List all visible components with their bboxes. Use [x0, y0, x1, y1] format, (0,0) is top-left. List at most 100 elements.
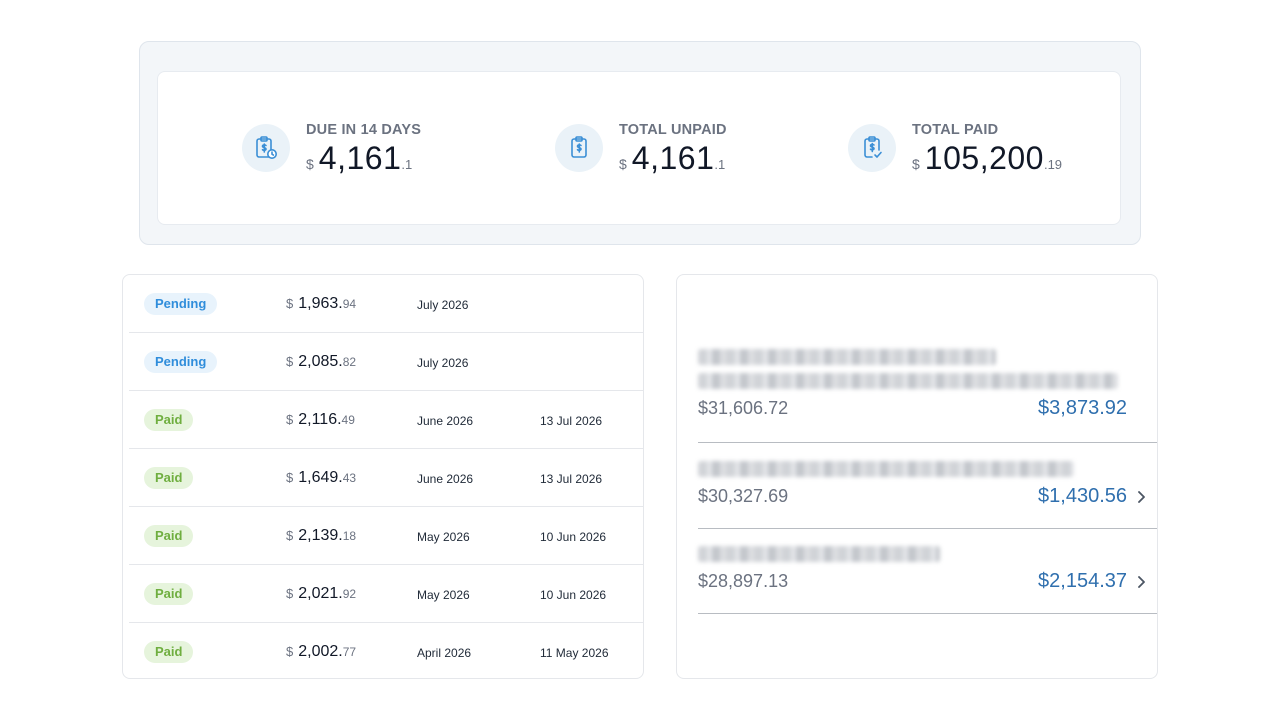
invoice-period: May 2026: [417, 588, 470, 602]
amount-whole: 2,085.: [298, 353, 343, 370]
status-badge: Paid: [144, 525, 194, 547]
invoice-amount: $ 2,002. 77: [286, 643, 356, 661]
table-row[interactable]: Pending $ 2,085. 82 July 2026: [129, 333, 643, 391]
redacted-text: [698, 373, 1118, 389]
invoice-period: July 2026: [417, 298, 469, 312]
invoice-amount: $ 1,963. 94: [286, 295, 356, 313]
amount-cents: .1: [714, 157, 726, 172]
invoice-amount: $ 2,085. 82: [286, 353, 356, 371]
list-item[interactable]: $30,327.69 $1,430.56: [698, 461, 1157, 529]
stat-value: $ 4,161 .1: [306, 140, 421, 176]
summary-card: DUE IN 14 DAYS $ 4,161 .1 TOTAL UNPAID $…: [157, 71, 1121, 225]
clipboard-check-icon: [848, 124, 896, 172]
currency-symbol: $: [286, 644, 294, 659]
status-badge: Pending: [144, 293, 218, 315]
list-item[interactable]: $31,606.72 $3,873.92: [698, 349, 1157, 443]
breakdown-list: $31,606.72 $3,873.92 $30,327.69 $1,430.5…: [676, 274, 1158, 679]
item-total: $31,606.72: [698, 398, 789, 418]
stat-value: $ 105,200 .19: [912, 140, 1062, 176]
paid-date: 13 Jul 2026: [540, 414, 603, 428]
invoice-amount: $ 1,649. 43: [286, 469, 356, 487]
item-amount-group: $3,873.92: [1038, 397, 1147, 420]
paid-date: 13 Jul 2026: [540, 472, 603, 486]
status-badge: Paid: [144, 409, 194, 431]
currency-symbol: $: [619, 156, 627, 172]
table-row[interactable]: Paid $ 1,649. 43 June 2026 13 Jul 2026: [129, 449, 643, 507]
table-row[interactable]: Pending $ 1,963. 94 July 2026: [129, 275, 643, 333]
stat-total-paid: TOTAL PAID $ 105,200 .19: [848, 122, 1062, 176]
table-row[interactable]: Paid $ 2,116. 49 June 2026 13 Jul 2026: [129, 391, 643, 449]
table-row[interactable]: Paid $ 2,139. 18 May 2026 10 Jun 2026: [129, 507, 643, 565]
amount-whole: 2,139.: [298, 527, 343, 544]
currency-symbol: $: [286, 354, 294, 369]
redacted-text: [698, 546, 940, 562]
invoice-amount: $ 2,021. 92: [286, 585, 356, 603]
chevron-right-icon[interactable]: [1135, 575, 1147, 589]
amount-whole: 4,161: [318, 140, 402, 176]
amount-whole: 2,116.: [298, 411, 342, 428]
currency-symbol: $: [286, 586, 294, 601]
paid-date: 10 Jun 2026: [540, 530, 607, 544]
summary-panel: DUE IN 14 DAYS $ 4,161 .1 TOTAL UNPAID $…: [139, 41, 1141, 245]
item-total: $30,327.69: [698, 486, 789, 506]
item-amount-link[interactable]: $3,873.92: [1038, 397, 1127, 420]
item-amount-link[interactable]: $2,154.37: [1038, 570, 1127, 593]
redacted-text: [698, 349, 996, 365]
invoice-amount: $ 2,139. 18: [286, 527, 356, 545]
amount-whole: 105,200: [924, 140, 1044, 176]
item-values: $30,327.69 $1,430.56: [698, 485, 1157, 508]
status-badge: Pending: [144, 351, 218, 373]
invoice-period: June 2026: [417, 472, 474, 486]
invoice-period: July 2026: [417, 356, 469, 370]
table-row[interactable]: Paid $ 2,021. 92 May 2026 10 Jun 2026: [129, 565, 643, 623]
item-values: $31,606.72 $3,873.92: [698, 397, 1157, 420]
status-badge: Paid: [144, 583, 194, 605]
table-row[interactable]: Paid $ 2,002. 77 April 2026 11 May 2026: [129, 623, 643, 678]
chevron-right-icon[interactable]: [1135, 490, 1147, 504]
redacted-text: [698, 461, 1074, 477]
paid-date: 11 May 2026: [540, 646, 609, 660]
stat-due-in-14-days: DUE IN 14 DAYS $ 4,161 .1: [242, 122, 421, 176]
clipboard-dollar-icon: [555, 124, 603, 172]
stat-total-unpaid: TOTAL UNPAID $ 4,161 .1: [555, 122, 727, 176]
amount-whole: 4,161: [631, 140, 715, 176]
clipboard-clock-icon: [242, 124, 290, 172]
amount-cents: 49: [341, 413, 355, 427]
amount-whole: 2,002.: [298, 643, 343, 660]
list-item[interactable]: $28,897.13 $2,154.37: [698, 546, 1157, 614]
invoice-table: Pending $ 1,963. 94 July 2026 Pending $ …: [122, 274, 644, 679]
invoice-period: May 2026: [417, 530, 470, 544]
invoice-period: April 2026: [417, 646, 472, 660]
amount-cents: 43: [342, 471, 357, 485]
item-amount-group: $2,154.37: [1038, 570, 1147, 593]
amount-cents: .1: [401, 157, 413, 172]
amount-cents: .19: [1043, 157, 1063, 172]
currency-symbol: $: [286, 528, 294, 543]
item-amount-link[interactable]: $1,430.56: [1038, 485, 1127, 508]
amount-whole: 1,649.: [298, 469, 343, 486]
stat-label: TOTAL UNPAID: [619, 122, 727, 138]
amount-cents: 77: [342, 645, 357, 659]
invoice-amount: $ 2,116. 49: [286, 411, 355, 429]
item-amount-group: $1,430.56: [1038, 485, 1147, 508]
currency-symbol: $: [286, 470, 294, 485]
stat-label: TOTAL PAID: [912, 122, 999, 138]
item-values: $28,897.13 $2,154.37: [698, 570, 1157, 593]
amount-whole: 2,021.: [298, 585, 343, 602]
amount-cents: 82: [342, 355, 357, 369]
invoice-period: June 2026: [417, 414, 474, 428]
status-badge: Paid: [144, 467, 194, 489]
stat-label: DUE IN 14 DAYS: [306, 122, 422, 138]
amount-cents: 94: [342, 297, 357, 311]
paid-date: 10 Jun 2026: [540, 588, 607, 602]
currency-symbol: $: [306, 156, 314, 172]
currency-symbol: $: [286, 412, 294, 427]
currency-symbol: $: [912, 156, 920, 172]
item-total: $28,897.13: [698, 571, 789, 591]
currency-symbol: $: [286, 296, 294, 311]
status-badge: Paid: [144, 641, 194, 663]
amount-cents: 18: [342, 529, 357, 543]
amount-cents: 92: [342, 587, 357, 601]
stat-value: $ 4,161 .1: [619, 140, 727, 176]
amount-whole: 1,963.: [298, 295, 343, 312]
